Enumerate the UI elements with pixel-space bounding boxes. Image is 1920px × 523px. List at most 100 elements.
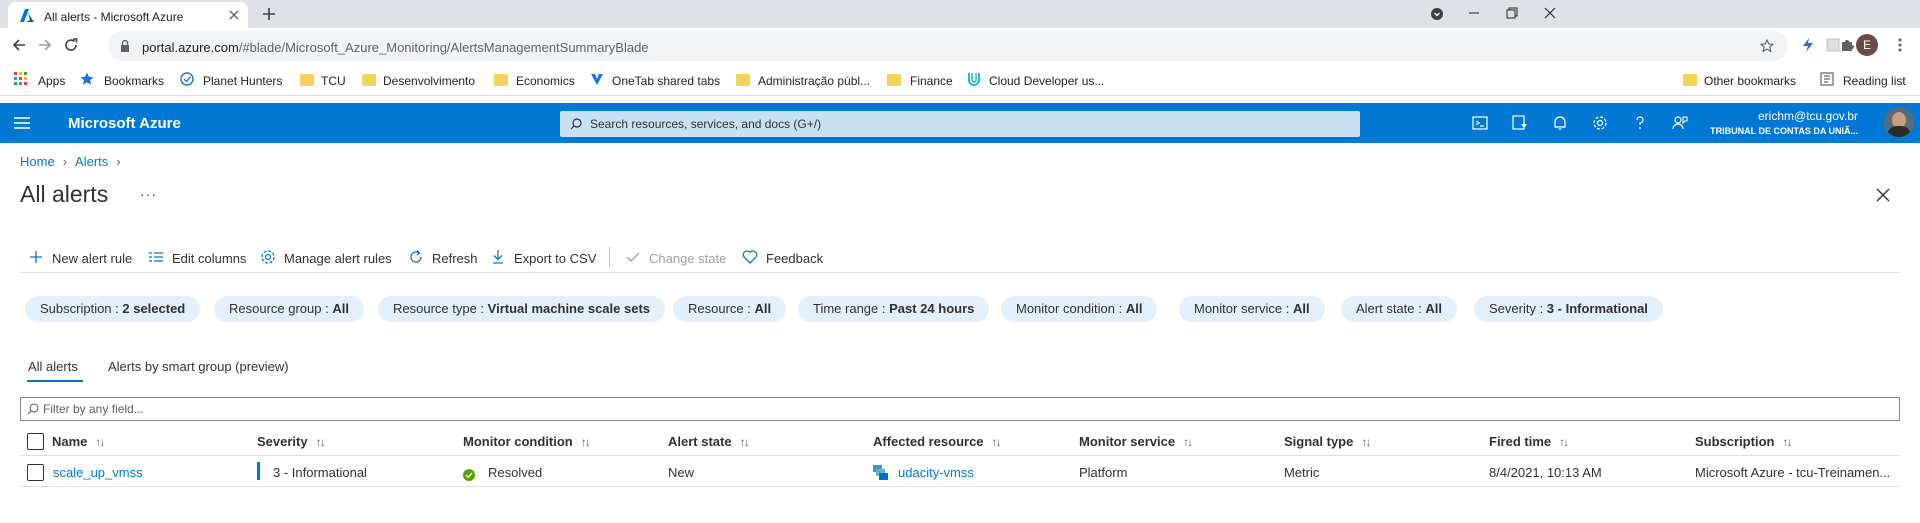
bookmark-onetab[interactable]: OneTab shared tabs bbox=[612, 74, 720, 88]
azure-top-bar: Microsoft Azure Search resources, servic… bbox=[0, 103, 1920, 143]
row-checkbox[interactable] bbox=[27, 464, 44, 481]
filter-monitor-service[interactable]: Monitor service : All bbox=[1179, 296, 1325, 322]
address-bar[interactable]: portal.azure.com/#blade/Microsoft_Azure_… bbox=[108, 31, 1788, 61]
column-header-subscription[interactable]: Subscription ↑↓ bbox=[1695, 434, 1792, 449]
more-options-icon[interactable]: ··· bbox=[140, 186, 157, 202]
column-header-name[interactable]: Name ↑↓ bbox=[52, 434, 105, 449]
bookmark-finance[interactable]: Finance bbox=[910, 74, 953, 88]
folder-icon bbox=[362, 74, 376, 86]
filter-time-range[interactable]: Time range : Past 24 hours bbox=[798, 296, 990, 322]
star-icon bbox=[80, 72, 94, 86]
folder-icon bbox=[1683, 74, 1697, 86]
bookmark-economics[interactable]: Economics bbox=[516, 74, 575, 88]
plus-icon bbox=[28, 249, 44, 265]
browser-toolbar: portal.azure.com/#blade/Microsoft_Azure_… bbox=[0, 28, 1920, 64]
filter-resource[interactable]: Resource : All bbox=[673, 296, 787, 322]
azure-brand[interactable]: Microsoft Azure bbox=[68, 115, 181, 132]
chevron-right-icon: › bbox=[116, 154, 121, 169]
close-tab-icon[interactable] bbox=[228, 9, 240, 21]
column-header-signal-type[interactable]: Signal type ↑↓ bbox=[1284, 434, 1371, 449]
extension-bolt-icon[interactable] bbox=[1802, 38, 1814, 52]
columns-icon bbox=[148, 249, 164, 265]
tab-all-alerts[interactable]: All alerts bbox=[28, 359, 78, 374]
bookmark-other[interactable]: Other bookmarks bbox=[1704, 74, 1796, 88]
tab-smart-groups[interactable]: Alerts by smart group (preview) bbox=[108, 359, 289, 374]
folder-icon bbox=[887, 74, 901, 86]
folder-icon bbox=[300, 74, 314, 86]
forward-icon[interactable] bbox=[38, 38, 52, 52]
directory-filter-icon[interactable] bbox=[1512, 115, 1528, 131]
select-all-checkbox[interactable] bbox=[27, 433, 44, 450]
bookmark-planet-hunters[interactable]: Planet Hunters bbox=[203, 74, 282, 88]
search-input[interactable]: Search resources, services, and docs (G+… bbox=[560, 111, 1360, 137]
back-icon[interactable] bbox=[12, 38, 26, 52]
tab-search-icon[interactable] bbox=[1430, 7, 1444, 21]
sort-icon: ↑↓ bbox=[1361, 435, 1371, 449]
new-tab-icon[interactable] bbox=[262, 7, 276, 21]
onetab-icon bbox=[590, 72, 604, 86]
column-header-alert-state[interactable]: Alert state ↑↓ bbox=[668, 434, 750, 449]
sort-icon: ↑↓ bbox=[1183, 435, 1193, 449]
search-icon bbox=[27, 403, 39, 415]
filter-resource-group[interactable]: Resource group : All bbox=[214, 296, 364, 322]
reading-list[interactable]: Reading list bbox=[1843, 74, 1906, 88]
feedback-person-icon[interactable] bbox=[1672, 115, 1688, 131]
filter-input[interactable]: Filter by any field... bbox=[20, 397, 1900, 421]
filter-severity[interactable]: Severity : 3 - Informational bbox=[1474, 296, 1663, 322]
command-bar: New alert rule Edit columns Manage alert… bbox=[20, 243, 1900, 273]
minimize-icon[interactable] bbox=[1468, 7, 1480, 19]
subscription-cell: Microsoft Azure - tcu-Treinamen... bbox=[1695, 465, 1891, 480]
browser-tab-strip: All alerts - Microsoft Azure bbox=[0, 0, 1920, 28]
bookmark-administracao[interactable]: Administração públ... bbox=[758, 74, 870, 88]
lock-icon bbox=[120, 40, 130, 52]
bookmark-star-icon[interactable] bbox=[1760, 39, 1774, 53]
reading-list-icon bbox=[1820, 72, 1834, 86]
heart-icon bbox=[742, 249, 758, 265]
gear-icon bbox=[260, 249, 276, 265]
column-header-fired-time[interactable]: Fired time ↑↓ bbox=[1489, 434, 1569, 449]
account-email[interactable]: erichm@tcu.gov.br bbox=[1758, 109, 1858, 123]
extensions-puzzle-icon[interactable] bbox=[1840, 38, 1854, 52]
monitor-condition-cell: Resolved bbox=[463, 465, 542, 481]
sort-icon: ↑↓ bbox=[95, 435, 105, 449]
restore-icon[interactable] bbox=[1506, 7, 1518, 19]
account-avatar[interactable] bbox=[1884, 107, 1914, 137]
browser-menu-icon[interactable] bbox=[1898, 38, 1902, 52]
bookmark-bookmarks[interactable]: Bookmarks bbox=[104, 74, 164, 88]
column-header-monitor-condition[interactable]: Monitor condition ↑↓ bbox=[463, 434, 591, 449]
filter-alert-state[interactable]: Alert state : All bbox=[1341, 296, 1457, 322]
vmss-icon bbox=[873, 465, 889, 480]
alert-state-cell: New bbox=[668, 465, 695, 480]
settings-gear-icon[interactable] bbox=[1592, 115, 1608, 131]
help-icon[interactable] bbox=[1632, 115, 1648, 131]
notifications-icon[interactable] bbox=[1552, 115, 1568, 131]
sort-icon: ↑↓ bbox=[991, 435, 1002, 449]
affected-resource-link[interactable]: udacity-vmss bbox=[898, 465, 974, 480]
filter-subscription[interactable]: Subscription : 2 selected bbox=[25, 296, 201, 322]
close-window-icon[interactable] bbox=[1544, 7, 1556, 19]
bookmark-cloud-developer[interactable]: Cloud Developer us... bbox=[989, 74, 1104, 88]
sort-icon: ↑↓ bbox=[1782, 435, 1792, 449]
breadcrumb-alerts[interactable]: Alerts bbox=[75, 154, 108, 169]
bookmark-desenvolvimento[interactable]: Desenvolvimento bbox=[383, 74, 475, 88]
menu-icon[interactable] bbox=[14, 117, 30, 129]
extension-grey-icon[interactable] bbox=[1826, 38, 1840, 52]
breadcrumb-home[interactable]: Home bbox=[20, 154, 55, 169]
column-header-affected-resource[interactable]: Affected resource ↑↓ bbox=[873, 434, 1002, 449]
bookmark-tcu[interactable]: TCU bbox=[321, 74, 346, 88]
fired-time-cell: 8/4/2021, 10:13 AM bbox=[1489, 465, 1602, 480]
cloud-shell-icon[interactable] bbox=[1472, 115, 1488, 131]
bookmark-apps[interactable]: Apps bbox=[38, 74, 65, 88]
column-header-severity[interactable]: Severity ↑↓ bbox=[257, 434, 326, 449]
account-org: TRIBUNAL DE CONTAS DA UNIÃ... bbox=[1710, 126, 1858, 136]
reload-icon[interactable] bbox=[64, 38, 78, 52]
alert-name-link[interactable]: scale_up_vmss bbox=[53, 465, 143, 480]
browser-tab-title: All alerts - Microsoft Azure bbox=[44, 10, 184, 24]
filter-monitor-condition[interactable]: Monitor condition : All bbox=[1001, 296, 1158, 322]
filter-resource-type[interactable]: Resource type : Virtual machine scale se… bbox=[378, 296, 666, 322]
browser-tab[interactable]: All alerts - Microsoft Azure bbox=[8, 2, 248, 28]
table-row[interactable]: scale_up_vmss 3 - Informational Resolved… bbox=[20, 457, 1900, 487]
close-blade-icon[interactable] bbox=[1876, 188, 1890, 202]
column-header-monitor-service[interactable]: Monitor service ↑↓ bbox=[1079, 434, 1193, 449]
profile-avatar[interactable]: E bbox=[1856, 34, 1878, 56]
